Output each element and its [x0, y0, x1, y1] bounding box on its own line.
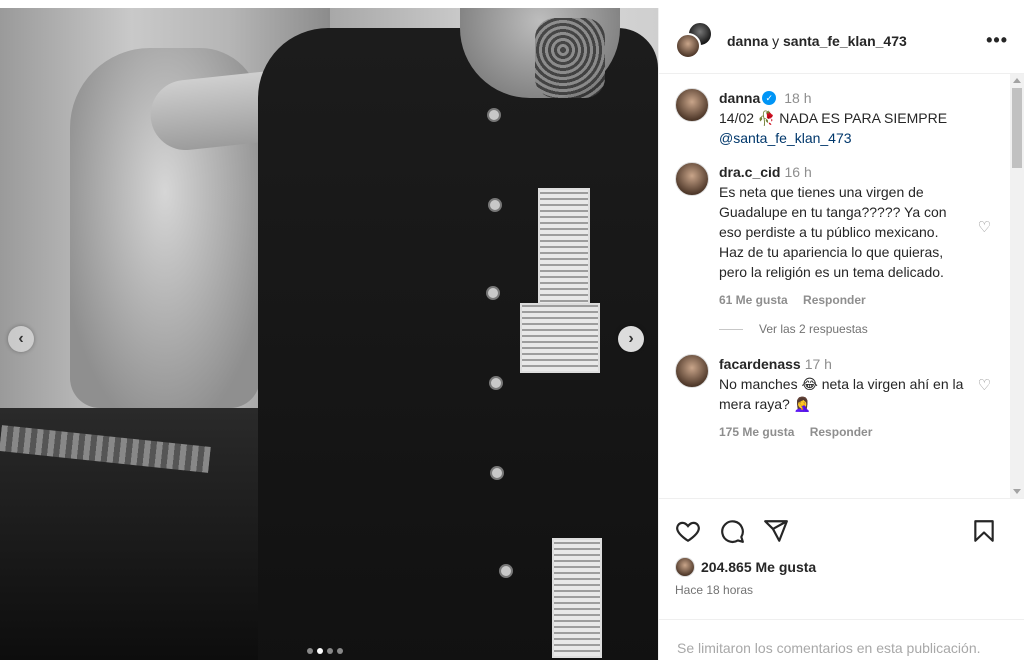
carousel-prev-button[interactable]: ‹ — [8, 326, 34, 352]
replies-divider — [719, 328, 743, 330]
caption-text: 14/02 🥀 NADA ES PARA SIEMPRE — [719, 110, 948, 126]
avatar[interactable] — [675, 88, 709, 122]
share-icon[interactable] — [763, 518, 789, 544]
avatar[interactable] — [675, 32, 701, 59]
heart-icon[interactable]: ♡ — [978, 376, 991, 394]
comment-username[interactable]: dra.c_cid — [719, 164, 780, 180]
avatar[interactable] — [675, 162, 709, 196]
photo-jacket-button — [490, 466, 504, 480]
comment-text: No manches 😂 neta la virgen ahí en la me… — [719, 376, 964, 412]
comment-likes[interactable]: 61 Me gusta — [719, 293, 788, 307]
author-link[interactable]: danna — [727, 33, 768, 49]
view-replies-button[interactable]: Ver las 2 respuestas — [719, 322, 995, 336]
carousel-dot — [337, 648, 343, 654]
scroll-down-arrow[interactable] — [1013, 489, 1021, 494]
scroll-thumb[interactable] — [1012, 88, 1022, 168]
comments-list: danna ✓ 18 h 14/02 🥀 NADA ES PARA SIEMPRE … — [659, 74, 1011, 498]
verified-badge-icon: ✓ — [762, 91, 777, 106]
comment-username[interactable]: danna — [719, 90, 760, 106]
bookmark-icon[interactable] — [971, 518, 997, 544]
post-timestamp[interactable]: Hace 18 horas — [675, 583, 1009, 597]
photo-jacket-button — [486, 286, 500, 300]
likes-summary[interactable]: 204.865 Me gusta — [675, 557, 1009, 577]
comment-username[interactable]: facardenass — [719, 356, 801, 372]
photo-jacket-button — [489, 376, 503, 390]
author-link[interactable]: santa_fe_klan_473 — [783, 33, 907, 49]
photo-jacket-button — [487, 108, 501, 122]
post-container: ‹ › danna y santa_fe_klan_473 ••• danna … — [0, 8, 1024, 660]
authors-conjunction: y — [772, 32, 780, 49]
collab-avatars[interactable] — [675, 20, 715, 61]
heart-icon[interactable] — [675, 518, 701, 544]
reply-button[interactable]: Responder — [810, 425, 873, 439]
comment-time[interactable]: 16 h — [784, 164, 811, 180]
carousel-dot — [327, 648, 333, 654]
comment-meta: 61 Me gusta Responder — [719, 290, 965, 310]
comment-time[interactable]: 18 h — [784, 90, 811, 106]
comment-likes[interactable]: 175 Me gusta — [719, 425, 794, 439]
caption: danna ✓ 18 h 14/02 🥀 NADA ES PARA SIEMPRE … — [675, 88, 995, 148]
scroll-up-arrow[interactable] — [1013, 78, 1021, 83]
comment-item: dra.c_cid 16 h Es neta que tienes una vir… — [675, 162, 995, 310]
photo-neck-tattoo — [535, 18, 605, 98]
comments-scrollbar[interactable] — [1010, 74, 1024, 498]
reply-button[interactable]: Responder — [803, 293, 866, 307]
post-side-panel: danna y santa_fe_klan_473 ••• danna ✓ 18 h… — [658, 8, 1024, 660]
post-media[interactable]: ‹ › — [0, 8, 658, 660]
photo-jacket-button — [499, 564, 513, 578]
carousel-next-button[interactable]: › — [618, 326, 644, 352]
comment-time[interactable]: 17 h — [805, 356, 832, 372]
post-authors: danna y santa_fe_klan_473 — [727, 33, 907, 49]
carousel-dot-active — [317, 648, 323, 654]
mention-link[interactable]: @santa_fe_klan_473 — [719, 130, 852, 146]
view-replies-label[interactable]: Ver las 2 respuestas — [759, 322, 868, 336]
post-header: danna y santa_fe_klan_473 ••• — [659, 8, 1024, 74]
photo-jacket-patch — [520, 303, 600, 373]
heart-icon[interactable]: ♡ — [978, 218, 991, 236]
post-actions: 204.865 Me gusta Hace 18 horas — [659, 498, 1024, 597]
carousel-indicator — [307, 648, 343, 654]
comments-limited-notice: Se limitaron los comentarios en esta pub… — [659, 619, 1024, 660]
comment-icon[interactable] — [719, 518, 745, 544]
more-icon[interactable]: ••• — [986, 30, 1008, 51]
avatar — [675, 557, 695, 577]
comment-meta: 175 Me gusta Responder — [719, 422, 965, 442]
comment-item: facardenass 17 h No manches 😂 neta la vir… — [675, 354, 995, 442]
photo-jacket-button — [488, 198, 502, 212]
comment-text: Es neta que tienes una virgen de Guadalu… — [719, 184, 947, 280]
avatar[interactable] — [675, 354, 709, 388]
carousel-dot — [307, 648, 313, 654]
likes-count[interactable]: 204.865 Me gusta — [701, 559, 816, 575]
photo-jacket-patch — [552, 538, 602, 658]
